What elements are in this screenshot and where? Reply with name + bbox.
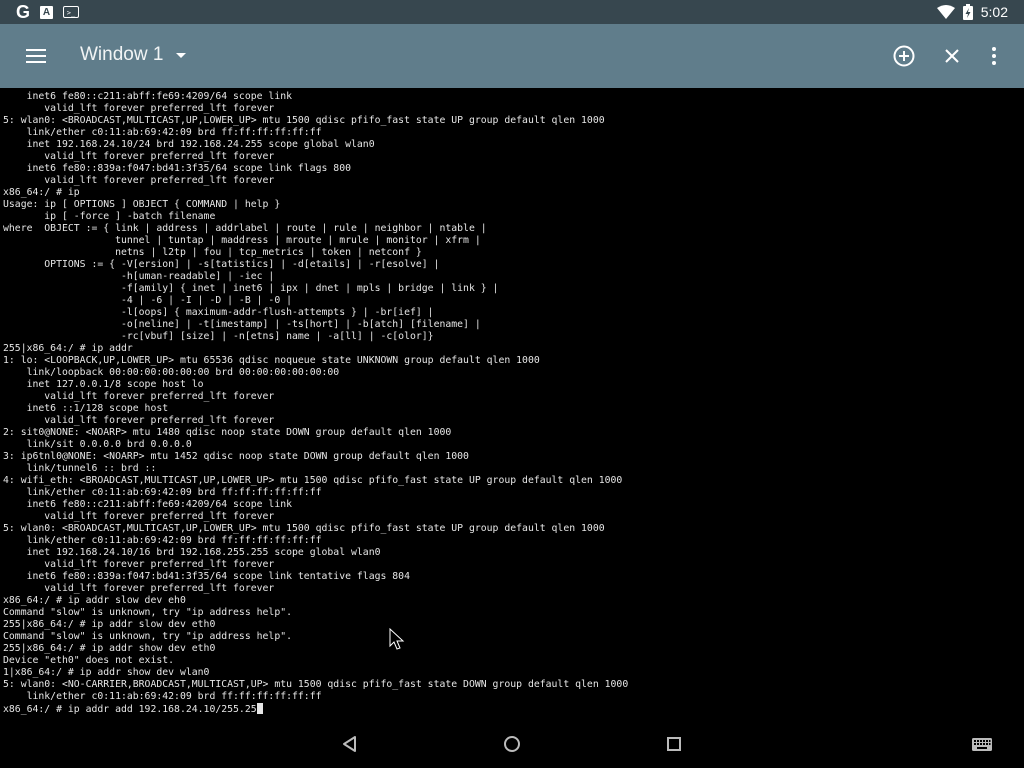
recents-button[interactable] [662,732,686,756]
terminal-line: inet6 fe80::839a:f047:bd41:3f35/64 scope… [3,571,410,582]
terminal-line: link/sit 0.0.0.0 brd 0.0.0.0 [3,439,192,450]
terminal-line: 3: ip6tnl0@NONE: <NOARP> mtu 1452 qdisc … [3,451,469,462]
terminal-line: valid_lft forever preferred_lft forever [3,103,275,114]
back-button[interactable] [338,732,362,756]
terminal-line: 1|x86_64:/ # ip addr show dev wlan0 [3,667,210,678]
terminal-line: -o[neline] | -t[imestamp] | -ts[hort] | … [3,319,481,330]
navigation-bar [0,720,1024,768]
terminal-line: 5: wlan0: <BROADCAST,MULTICAST,UP,LOWER_… [3,523,605,534]
terminal-line: link/ether c0:11:ab:69:42:09 brd ff:ff:f… [3,535,322,546]
window-dropdown-icon[interactable] [176,53,186,58]
terminal-line: inet6 ::1/128 scope host [3,403,169,414]
menu-icon[interactable] [16,44,56,68]
terminal-line: -l[oops] { maximum-addr-flush-attempts }… [3,307,434,318]
more-options-button[interactable] [978,40,1010,72]
terminal-prompt-line[interactable]: x86_64:/ # ip addr add 192.168.24.10/255… [3,703,628,715]
terminal-line: link/loopback 00:00:00:00:00:00 brd 00:0… [3,367,340,378]
terminal-prompt-text: x86_64:/ # ip addr add 192.168.24.10/255… [3,704,257,715]
add-circle-icon [893,45,915,67]
terminal-line: ip [ -force ] -batch filename [3,211,216,222]
terminal-line: -f[amily] { inet | inet6 | ipx | dnet | … [3,283,499,294]
terminal-line: link/ether c0:11:ab:69:42:09 brd ff:ff:f… [3,127,322,138]
wifi-icon [936,5,955,19]
terminal-line: 5: wlan0: <NO-CARRIER,BROADCAST,MULTICAS… [3,679,629,690]
close-icon [945,49,959,63]
app-bar: Window 1 [0,24,1024,88]
recents-icon [667,737,681,751]
terminal-line: link/ether c0:11:ab:69:42:09 brd ff:ff:f… [3,487,322,498]
terminal-line: valid_lft forever preferred_lft forever [3,511,275,522]
terminal-line: 5: wlan0: <BROADCAST,MULTICAST,UP,LOWER_… [3,115,605,126]
terminal-line: inet 192.168.24.10/24 brd 192.168.24.255… [3,139,375,150]
close-window-button[interactable] [936,40,968,72]
google-icon: G [16,1,31,22]
terminal-notification-icon: >_ [63,6,80,18]
terminal-line: where OBJECT := { link | address | addrl… [3,223,487,234]
terminal-line: 255|x86_64:/ # ip addr [3,343,133,354]
terminal-line: 255|x86_64:/ # ip addr slow dev eth0 [3,619,216,630]
terminal-line: Command "slow" is unknown, try "ip addre… [3,631,293,642]
terminal-line: link/tunnel6 :: brd :: [3,463,157,474]
clock: 5:02 [980,4,1008,20]
terminal-line: Device "eth0" does not exist. [3,655,175,666]
terminal-line: valid_lft forever preferred_lft forever [3,151,275,162]
terminal-line: 255|x86_64:/ # ip addr show dev eth0 [3,643,216,654]
terminal-line: inet 127.0.0.1/8 scope host lo [3,379,204,390]
terminal-line: valid_lft forever preferred_lft forever [3,391,275,402]
window-title[interactable]: Window 1 [80,44,163,66]
terminal-line: Usage: ip [ OPTIONS ] OBJECT { COMMAND |… [3,199,281,210]
keyboard-button[interactable] [970,732,994,756]
terminal-view[interactable]: inet6 fe80::c211:abff:fe69:4209/64 scope… [0,88,1024,720]
terminal-line: 4: wifi_eth: <BROADCAST,MULTICAST,UP,LOW… [3,475,623,486]
terminal-line: Command "slow" is unknown, try "ip addre… [3,607,293,618]
terminal-line: tunnel | tuntap | maddress | mroute | mr… [3,235,481,246]
status-bar: G A >_ 5:02 [0,0,1024,24]
terminal-line: -rc[vbuf] [size] | -n[etns] name | -a[ll… [3,331,434,342]
terminal-line: netns | l2tp | fou | tcp_metrics | token… [3,247,422,258]
terminal-line: inet6 fe80::c211:abff:fe69:4209/64 scope… [3,91,293,102]
terminal-output: inet6 fe80::c211:abff:fe69:4209/64 scope… [3,91,628,715]
terminal-line: OPTIONS := { -V[ersion] | -s[tatistics] … [3,259,440,270]
back-icon [343,736,356,752]
terminal-line: 2: sit0@NONE: <NOARP> mtu 1480 qdisc noo… [3,427,452,438]
terminal-line: inet6 fe80::839a:f047:bd41:3f35/64 scope… [3,163,351,174]
terminal-line: x86_64:/ # ip [3,187,80,198]
terminal-line: link/ether c0:11:ab:69:42:09 brd ff:ff:f… [3,691,322,702]
status-bar-notifications: G A >_ [16,1,80,22]
add-window-button[interactable] [888,40,920,72]
terminal-line: valid_lft forever preferred_lft forever [3,175,275,186]
terminal-line: 1: lo: <LOOPBACK,UP,LOWER_UP> mtu 65536 … [3,355,540,366]
terminal-line: valid_lft forever preferred_lft forever [3,415,275,426]
terminal-line: -4 | -6 | -I | -D | -B | -0 | [3,295,293,306]
keyboard-icon [972,738,992,751]
text-cursor [256,703,263,714]
status-bar-system: 5:02 [936,2,1008,22]
mouse-pointer-icon [389,628,405,650]
more-vertical-icon [992,47,996,65]
terminal-line: inet6 fe80::c211:abff:fe69:4209/64 scope… [3,499,293,510]
terminal-line: inet 192.168.24.10/16 brd 192.168.255.25… [3,547,381,558]
terminal-line: -h[uman-readable] | -iec | [3,271,275,282]
home-icon [504,736,520,752]
terminal-line: valid_lft forever preferred_lft forever [3,583,275,594]
terminal-line: x86_64:/ # ip addr slow dev eh0 [3,595,186,606]
battery-icon [962,4,973,20]
home-button[interactable] [500,732,524,756]
a-app-icon: A [40,5,54,19]
terminal-line: valid_lft forever preferred_lft forever [3,559,275,570]
